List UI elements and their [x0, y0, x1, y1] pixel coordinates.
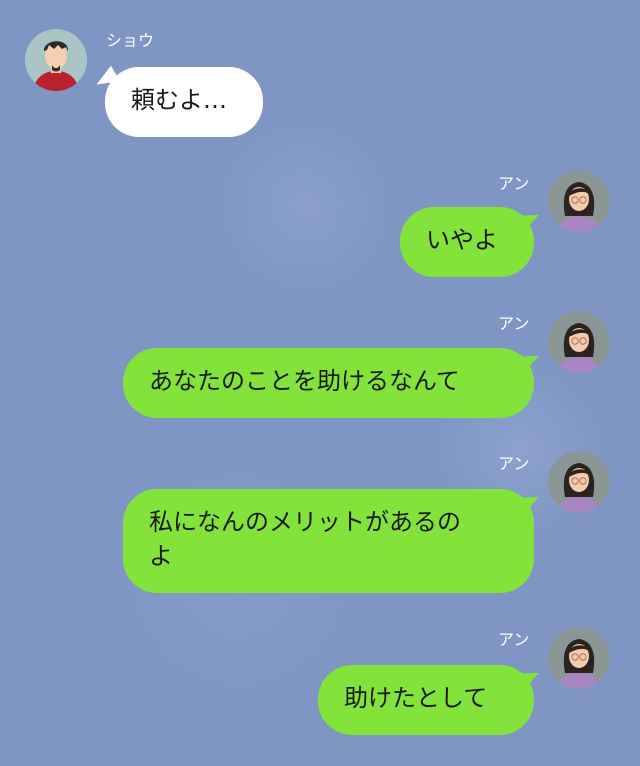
message-bubble-incoming[interactable]: 頼むよ… [105, 67, 263, 137]
background-blur [210, 112, 400, 302]
message-bubble-outgoing[interactable]: 助けたとして [318, 665, 534, 735]
message-bubble-outgoing[interactable]: 私になんのメリットがあるの よ [123, 489, 534, 593]
sender-name: アン [498, 314, 530, 333]
sender-name: アン [498, 630, 530, 649]
message-text: よ [149, 542, 173, 570]
sender-name: アン [498, 174, 530, 193]
woman-avatar-icon[interactable] [548, 627, 610, 689]
message-text: 私になんのメリットがあるの [149, 508, 461, 536]
sender-name: ショウ [106, 31, 155, 50]
woman-avatar-icon[interactable] [548, 451, 610, 513]
message-bubble-outgoing[interactable]: あなたのことを助けるなんて [123, 348, 534, 418]
message-text: 助けたとして [344, 684, 488, 712]
message-text: いやよ [426, 226, 498, 254]
woman-avatar-icon[interactable] [548, 311, 610, 373]
woman-avatar-icon[interactable] [548, 170, 610, 232]
sender-name: アン [498, 454, 530, 473]
message-text: あなたのことを助けるなんて [149, 367, 460, 395]
man-avatar-icon[interactable] [25, 29, 87, 91]
message-text: 頼むよ… [131, 86, 227, 114]
message-bubble-outgoing[interactable]: いやよ [400, 207, 534, 277]
